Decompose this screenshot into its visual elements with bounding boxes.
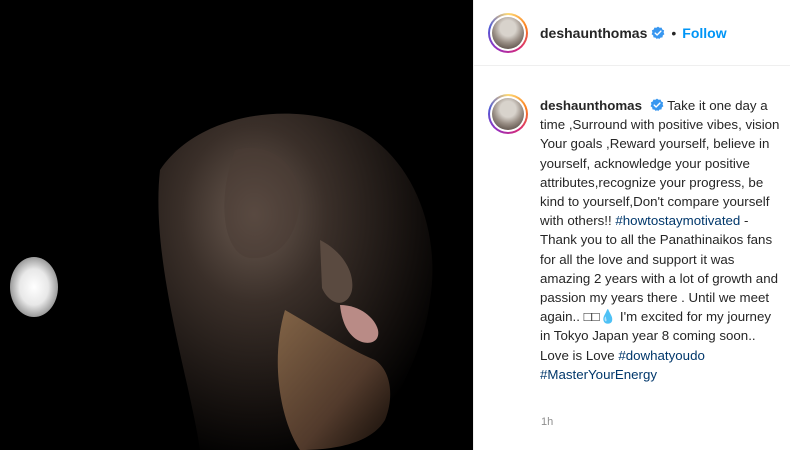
- header-username[interactable]: deshaunthomas: [540, 25, 647, 41]
- post-timestamp[interactable]: 1h: [541, 416, 553, 428]
- post-photo-graphic: [0, 0, 473, 450]
- hashtag-dowhatyoudo[interactable]: #dowhatyoudo: [618, 348, 705, 363]
- verified-badge-icon: [650, 98, 664, 112]
- post-sidebar: deshaunthomas • Follow deshaunthomas Tak…: [473, 0, 790, 450]
- follow-button[interactable]: Follow: [682, 25, 726, 41]
- light-spot: [10, 257, 58, 317]
- caption-text: deshaunthomas Take it one day a time ,Su…: [540, 96, 780, 384]
- avatar[interactable]: [488, 12, 528, 53]
- hashtag-howtostaymotivated[interactable]: #howtostaymotivated: [615, 213, 740, 228]
- caption-body-2: - Thank you to all the Panathinaikos fan…: [540, 213, 778, 363]
- caption-avatar[interactable]: [488, 94, 528, 134]
- caption-body-1: Take it one day a time ,Surround with po…: [540, 98, 780, 229]
- post-photo[interactable]: [0, 0, 473, 450]
- post-header: deshaunthomas • Follow: [474, 0, 790, 66]
- caption-username[interactable]: deshaunthomas: [540, 98, 642, 113]
- caption-block: deshaunthomas Take it one day a time ,Su…: [474, 66, 790, 384]
- verified-badge-icon: [651, 26, 665, 40]
- instagram-post: deshaunthomas • Follow deshaunthomas Tak…: [0, 0, 790, 450]
- hashtag-masteryourenergy[interactable]: #MasterYourEnergy: [540, 367, 657, 382]
- separator-dot: •: [671, 24, 677, 41]
